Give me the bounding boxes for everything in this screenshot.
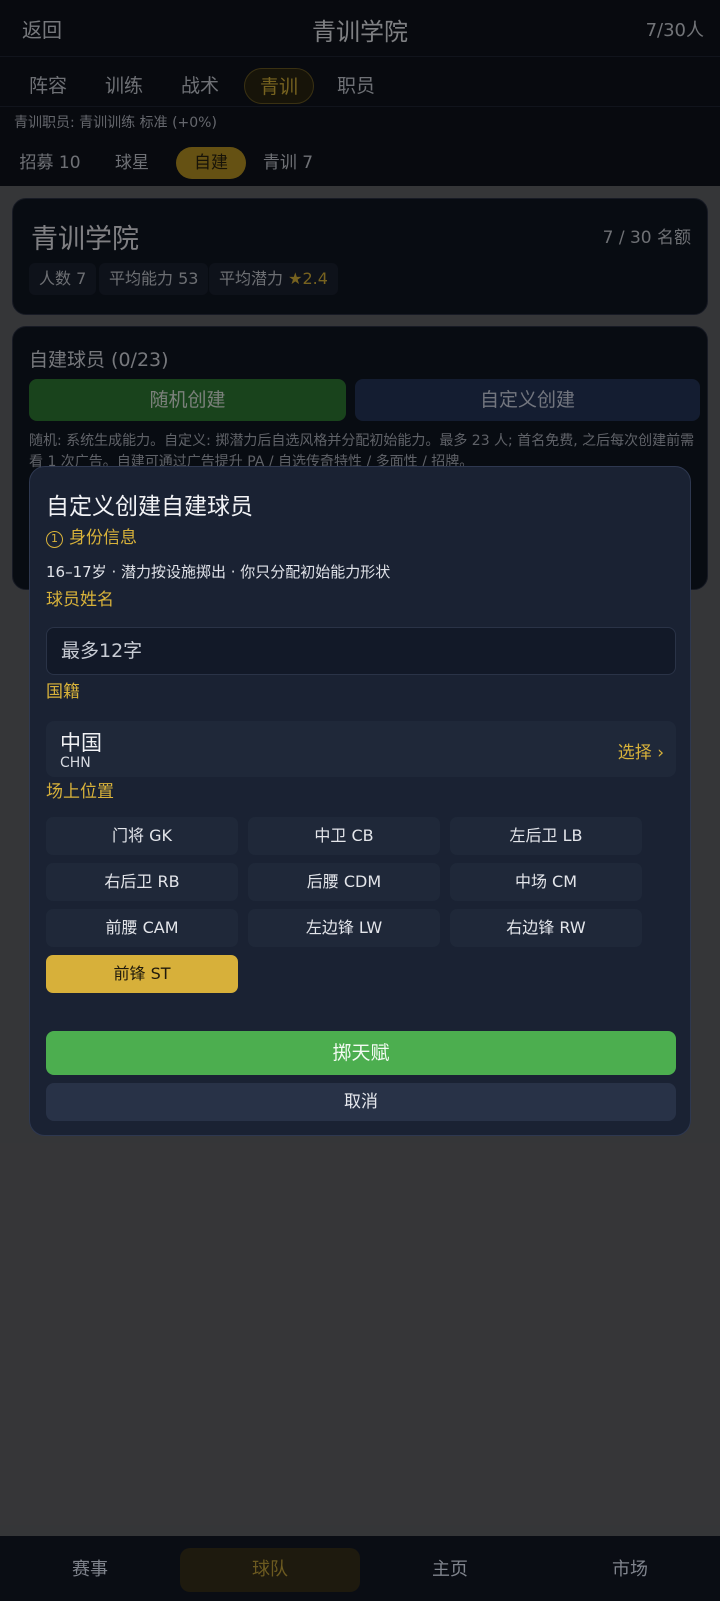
position-cm[interactable]: 中场 CM bbox=[450, 863, 642, 901]
identity-note: 16–17岁 · 潜力按设施掷出 · 你只分配初始能力形状 bbox=[46, 563, 391, 581]
position-label: 场上位置 bbox=[46, 782, 114, 802]
nav-team[interactable]: 球队 bbox=[180, 1548, 360, 1592]
name-label: 球员姓名 bbox=[46, 590, 114, 610]
nationality-select-button[interactable]: 选择 › bbox=[618, 738, 664, 763]
position-lb[interactable]: 左后卫 LB bbox=[450, 817, 642, 855]
app-screen: 返回 青训学院 7/30人 阵容 训练 战术 青训 职员 青训职员: 青训训练 … bbox=[0, 0, 720, 1601]
nav-market[interactable]: 市场 bbox=[590, 1548, 670, 1592]
nationality-label: 国籍 bbox=[46, 682, 80, 702]
player-name-input[interactable]: 最多12字 bbox=[46, 627, 676, 675]
nav-home[interactable]: 主页 bbox=[410, 1548, 490, 1592]
position-cb[interactable]: 中卫 CB bbox=[248, 817, 440, 855]
bottom-nav: 赛事 球队 主页 市场 bbox=[0, 1536, 720, 1601]
nav-matches[interactable]: 赛事 bbox=[50, 1548, 130, 1592]
position-st[interactable]: 前锋 ST bbox=[46, 955, 238, 993]
nationality-name: 中国 bbox=[60, 731, 102, 755]
section-identity: 1 身份信息 bbox=[46, 523, 137, 548]
position-gk[interactable]: 门将 GK bbox=[46, 817, 238, 855]
step-number-icon: 1 bbox=[46, 531, 63, 548]
position-cdm[interactable]: 后腰 CDM bbox=[248, 863, 440, 901]
position-rw[interactable]: 右边锋 RW bbox=[450, 909, 642, 947]
nationality-selector[interactable]: 中国 CHN 选择 › bbox=[46, 721, 676, 777]
cancel-button[interactable]: 取消 bbox=[46, 1083, 676, 1121]
custom-create-modal: 自定义创建自建球员 1 身份信息 16–17岁 · 潜力按设施掷出 · 你只分配初… bbox=[29, 466, 691, 1136]
modal-title: 自定义创建自建球员 bbox=[46, 494, 253, 520]
position-rb[interactable]: 右后卫 RB bbox=[46, 863, 238, 901]
position-cam[interactable]: 前腰 CAM bbox=[46, 909, 238, 947]
position-lw[interactable]: 左边锋 LW bbox=[248, 909, 440, 947]
roll-talent-button[interactable]: 掷天赋 bbox=[46, 1031, 676, 1075]
section-identity-label: 身份信息 bbox=[69, 528, 137, 548]
nationality-code: CHN bbox=[60, 755, 91, 771]
